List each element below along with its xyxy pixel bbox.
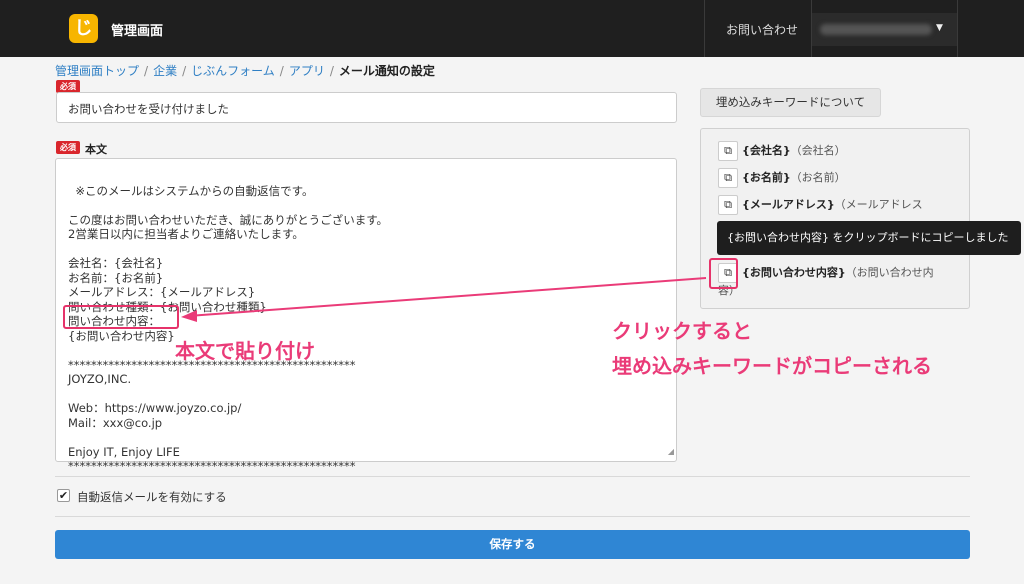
breadcrumb-separator: /	[329, 64, 334, 78]
section-divider	[55, 516, 970, 517]
keyword-desc: （メールアドレス	[834, 198, 923, 211]
keyword-row: ⧉ {お名前}（お名前）	[718, 168, 846, 188]
resize-handle-icon[interactable]: ◢	[668, 445, 674, 460]
app-title[interactable]: 管理画面	[111, 20, 163, 39]
nav-contact-link[interactable]: お問い合わせ	[726, 21, 798, 38]
keyword-key: {メールアドレス}	[742, 198, 835, 211]
annotation-paste-label: 本文で貼り付け	[175, 339, 315, 363]
copy-icon[interactable]: ⧉	[718, 195, 738, 215]
nav-divider	[704, 0, 705, 57]
copy-icon[interactable]: ⧉	[718, 168, 738, 188]
breadcrumb-link-jibun-form[interactable]: じぶんフォーム	[191, 64, 275, 78]
breadcrumb-link-company[interactable]: 企業	[153, 64, 177, 78]
paste-highlight-box	[63, 305, 179, 329]
embed-keyword-help-button[interactable]: 埋め込みキーワードについて	[700, 88, 881, 117]
breadcrumb-current: メール通知の設定	[338, 64, 435, 78]
copy-icon[interactable]: ⧉	[718, 141, 738, 161]
annotation-copy-label: 埋め込みキーワードがコピーされる	[612, 354, 932, 378]
app-logo-icon[interactable]: じ	[69, 14, 98, 43]
breadcrumb-separator: /	[182, 64, 187, 78]
required-badge: 必須	[56, 141, 80, 154]
breadcrumb-separator: /	[279, 64, 284, 78]
save-button[interactable]: 保存する	[55, 530, 970, 559]
keyword-panel: ⧉ {会社名}（会社名） ⧉ {お名前}（お名前） ⧉ {メールアドレス}（メールアド…	[700, 128, 970, 309]
chevron-down-icon: ▼	[936, 23, 943, 33]
breadcrumb: 管理画面トップ / 企業 / じぶんフォーム / アプリ / メール通知の設定	[55, 62, 435, 79]
body-label: 本文	[85, 143, 107, 156]
keyword-key: {会社名}	[742, 144, 791, 157]
annotation-copy-label: クリックすると	[612, 319, 752, 343]
keyword-row: ⧉ {会社名}（会社名）	[718, 141, 846, 161]
section-divider	[55, 476, 970, 477]
copy-highlight-box	[709, 258, 738, 289]
keyword-row: ⧉ {メールアドレス}（メールアドレス	[718, 195, 923, 215]
keyword-row: ⧉ {お問い合わせ内容}（お問い合わせ内容）	[718, 263, 948, 299]
copied-tooltip: {お問い合わせ内容} をクリップボードにコピーしました	[717, 221, 1021, 255]
keyword-key: {お問い合わせ内容}	[742, 266, 846, 279]
keyword-key: {お名前}	[742, 171, 791, 184]
breadcrumb-link-app[interactable]: アプリ	[289, 64, 325, 78]
keyword-desc: （お名前）	[790, 171, 846, 184]
breadcrumb-separator: /	[144, 64, 149, 78]
user-name-redacted	[820, 24, 932, 35]
breadcrumb-link-admin-top[interactable]: 管理画面トップ	[55, 64, 139, 78]
keyword-desc: （会社名）	[790, 144, 846, 157]
top-navbar: じ 管理画面 お問い合わせ ▼	[0, 0, 1024, 57]
autoreply-label[interactable]: 自動返信メールを有効にする	[77, 489, 227, 505]
subject-input[interactable]: お問い合わせを受け付けました	[56, 92, 677, 123]
autoreply-checkbox[interactable]: ✔	[57, 489, 70, 502]
nav-divider	[957, 0, 958, 57]
user-menu-dropdown[interactable]: ▼	[812, 13, 957, 46]
